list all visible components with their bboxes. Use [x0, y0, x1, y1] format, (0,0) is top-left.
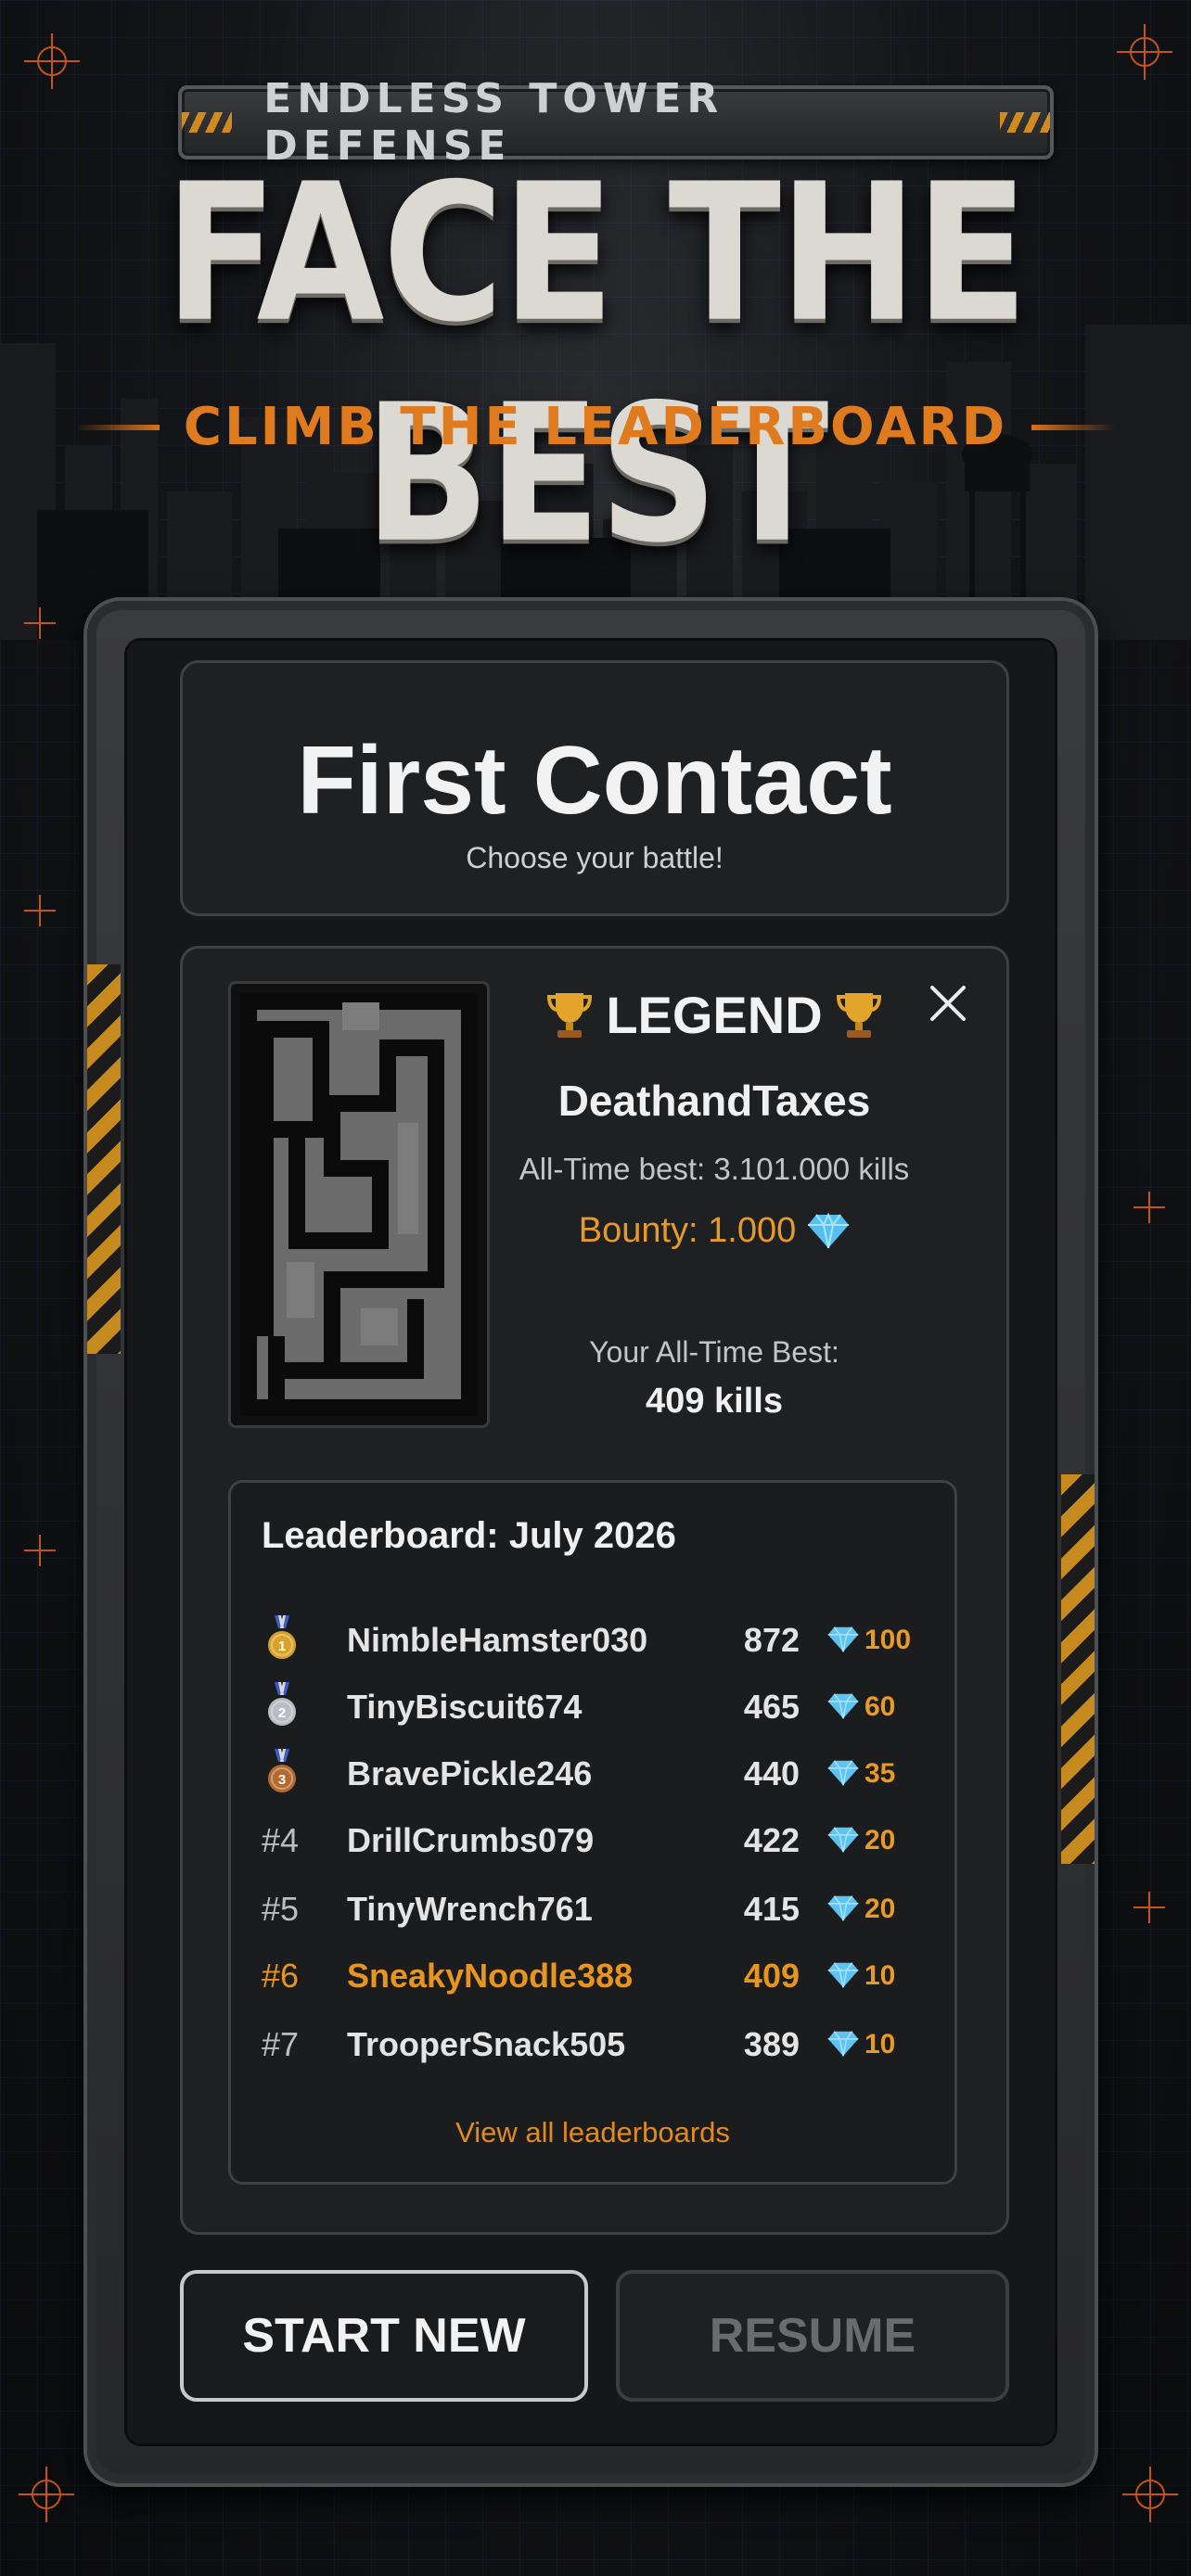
leaderboard-rank: #5 — [262, 1890, 300, 1928]
hazard-stripe — [1061, 1474, 1095, 1864]
leaderboard-player-name: TinyWrench761 — [347, 1890, 593, 1928]
leaderboard-row[interactable]: 2 TinyBiscuit674 465 60 — [262, 1680, 929, 1732]
resume-button[interactable]: RESUME — [616, 2270, 1009, 2402]
leaderboard-row[interactable]: 1 NimbleHamster030 872 100 — [262, 1613, 929, 1665]
corner-crosshair — [24, 33, 80, 89]
leaderboard-score: 389 — [743, 2025, 800, 2063]
your-best-value: 409 kills — [646, 1382, 783, 1421]
hazard-stripe — [87, 964, 121, 1354]
side-crosshair — [24, 607, 56, 639]
diamond-icon — [808, 1212, 850, 1248]
medal-icon: 2 — [268, 1682, 296, 1726]
medal-rank: 3 — [278, 1772, 286, 1788]
level-title: First Contact — [297, 727, 892, 835]
diamond-icon — [827, 2031, 859, 2057]
leaderboard-player-name: NimbleHamster030 — [347, 1621, 648, 1659]
diamond-icon — [827, 1895, 859, 1921]
leaderboard-row[interactable]: #5 TinyWrench761 415 20 — [262, 1882, 929, 1934]
side-crosshair — [1133, 1192, 1165, 1223]
subheadline: CLIMB THE LEADERBOARD — [0, 397, 1191, 457]
leaderboard-reward: 20 — [864, 1894, 896, 1924]
medal-rank: 2 — [278, 1705, 286, 1721]
leaderboard-score: 409 — [743, 1957, 800, 1995]
legend-label: LEGEND — [606, 986, 823, 1044]
headline: FACE THE BEST — [164, 142, 1028, 585]
divider — [75, 424, 160, 430]
leaderboard-reward: 10 — [864, 2029, 896, 2060]
corner-crosshair — [1122, 2467, 1178, 2522]
bounty: Bounty: 1.000 — [482, 1211, 946, 1251]
leaderboard-reward: 60 — [864, 1691, 896, 1722]
view-all-leaderboards-link[interactable]: View all leaderboards — [228, 2116, 957, 2149]
diamond-icon — [827, 1626, 859, 1652]
leaderboard-score: 872 — [743, 1621, 800, 1659]
leaderboard-reward: 10 — [864, 1960, 896, 1991]
divider — [1031, 424, 1116, 430]
close-icon[interactable] — [926, 981, 970, 1026]
hazard-stripes-icon — [182, 112, 233, 133]
corner-crosshair — [1117, 24, 1172, 80]
leaderboard-row[interactable]: 3 BravePickle246 440 35 — [262, 1747, 929, 1799]
map-preview[interactable] — [228, 981, 490, 1428]
your-best-label: Your All-Time Best: — [589, 1335, 839, 1369]
legend-header: LEGEND — [529, 985, 900, 1045]
leaderboard-reward: 35 — [864, 1758, 896, 1789]
leaderboard-rank: #7 — [262, 2025, 300, 2063]
diamond-icon — [827, 1827, 859, 1853]
leaderboard-rank: #6 — [262, 1957, 300, 1995]
leaderboard-score: 422 — [743, 1821, 800, 1859]
leaderboard-score: 415 — [743, 1890, 800, 1928]
leaderboard-reward: 20 — [864, 1825, 896, 1855]
leaderboard-rank: #4 — [262, 1821, 300, 1859]
bounty-text: Bounty: 1.000 — [578, 1211, 797, 1250]
medal-rank: 1 — [278, 1639, 286, 1654]
leaderboard-row[interactable]: #4 DrillCrumbs079 422 20 — [262, 1814, 929, 1866]
trophy-icon — [836, 992, 881, 1038]
leaderboard-player-name: DrillCrumbs079 — [347, 1821, 595, 1859]
side-crosshair — [24, 895, 56, 926]
trophy-icon — [547, 992, 593, 1038]
medal-icon: 3 — [268, 1749, 296, 1792]
side-crosshair — [1133, 1892, 1165, 1923]
leaderboard-player-name: BravePickle246 — [347, 1754, 593, 1792]
legend-all-time-best: All-Time best: 3.101.000 kills — [519, 1152, 910, 1186]
leaderboard-title: Leaderboard: July 2026 — [262, 1515, 676, 1556]
leaderboard-player-name: SneakyNoodle388 — [347, 1957, 634, 1995]
diamond-icon — [827, 1962, 859, 1988]
hazard-stripes-icon — [999, 112, 1050, 133]
corner-crosshair — [19, 2467, 74, 2522]
diamond-icon — [827, 1760, 859, 1786]
side-crosshair — [24, 1535, 56, 1566]
level-subtitle: Choose your battle! — [466, 841, 724, 874]
leaderboard-player-name: TinyBiscuit674 — [347, 1688, 583, 1726]
leaderboard-player-name: TrooperSnack505 — [347, 2025, 626, 2063]
start-new-button[interactable]: START NEW — [180, 2270, 588, 2402]
subheadline-text: CLIMB THE LEADERBOARD — [183, 397, 1008, 457]
diamond-icon — [827, 1693, 859, 1719]
medal-icon: 1 — [268, 1615, 296, 1659]
legend-player-name: DeathandTaxes — [557, 1077, 871, 1125]
maze-map-icon — [240, 993, 478, 1416]
leaderboard-score: 440 — [743, 1754, 800, 1792]
leaderboard-row[interactable]: #6 SneakyNoodle388 409 10 — [262, 1949, 929, 2001]
leaderboard-row[interactable]: #7 TrooperSnack505 389 10 — [262, 2018, 929, 2070]
leaderboard-score: 465 — [743, 1688, 800, 1726]
level-title-panel: First Contact Choose your battle! — [180, 660, 1009, 916]
leaderboard-reward: 100 — [864, 1625, 912, 1655]
